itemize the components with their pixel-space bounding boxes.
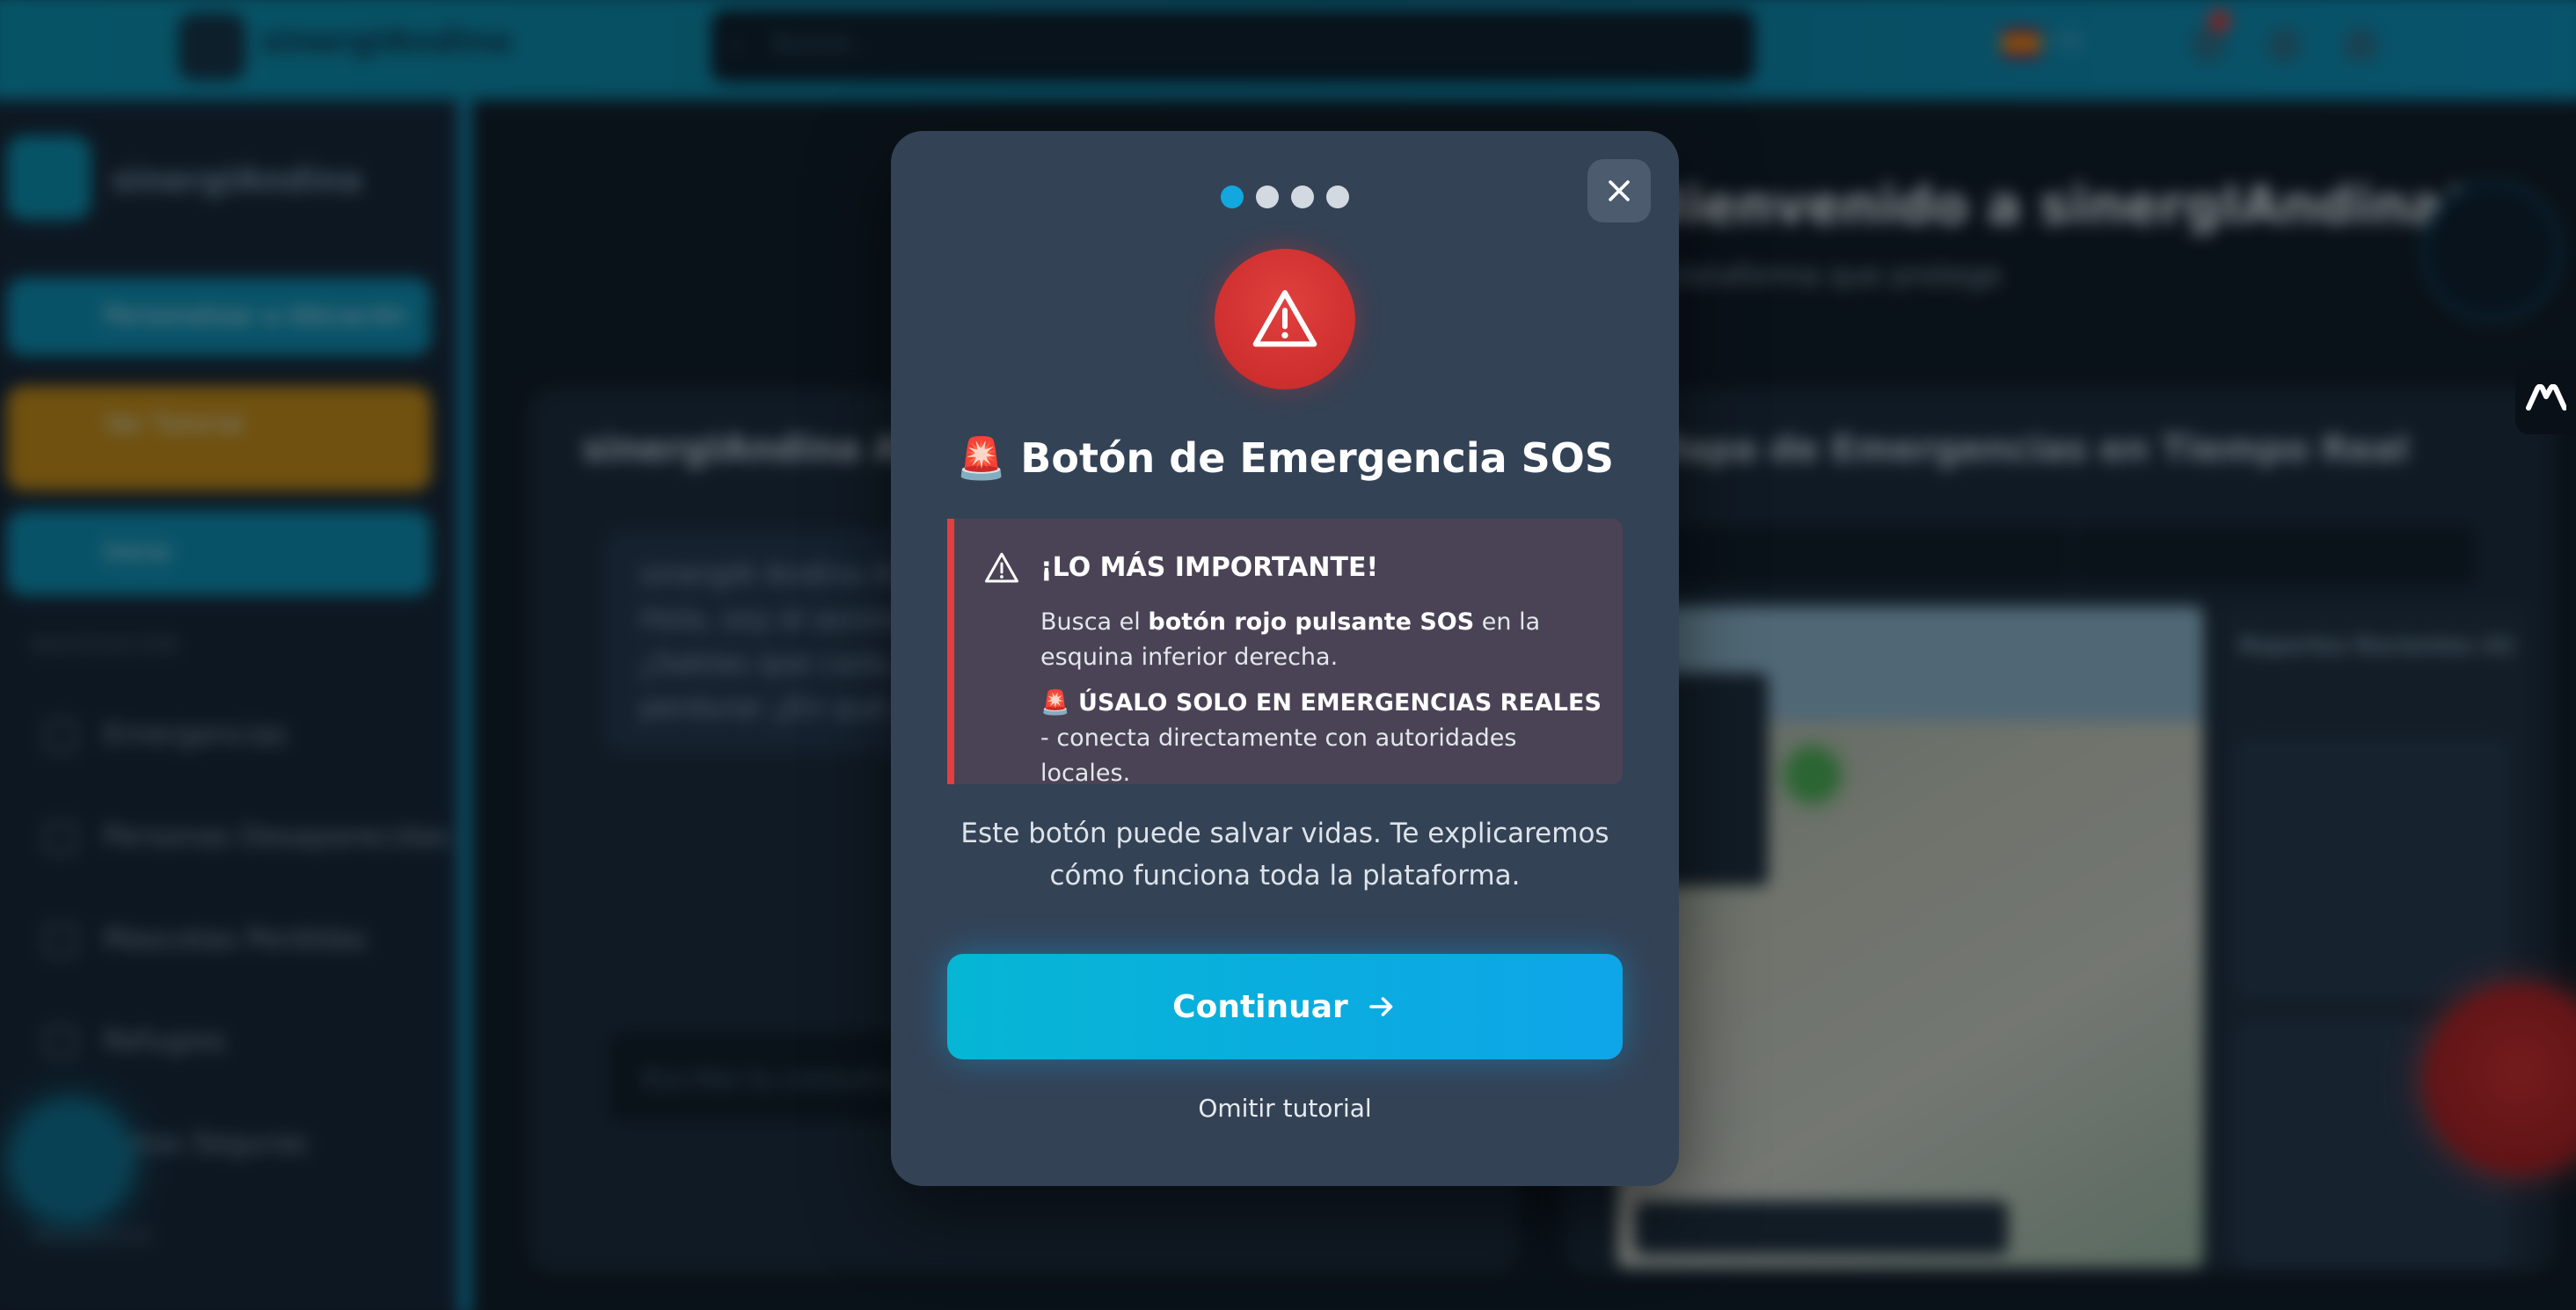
alert-warning: 🚨 ÚSALO SOLO EN EMERGENCIAS REALES - con… — [1040, 686, 1603, 791]
arrow-right-icon — [1369, 997, 1393, 1016]
step-dot — [1326, 186, 1349, 208]
step-dot — [1291, 186, 1314, 208]
warning-triangle-icon — [1252, 290, 1317, 347]
close-icon — [1609, 180, 1630, 201]
warning-icon — [985, 552, 1018, 583]
important-alert: ¡LO MÁS IMPORTANTE! Busca el botón rojo … — [947, 519, 1623, 787]
close-button[interactable] — [1587, 159, 1651, 222]
alert-instruction: Busca el botón rojo pulsante SOS en la e… — [1040, 605, 1603, 675]
tutorial-modal: 🚨 Botón de Emergencia SOS ¡LO MÁS IMPORT… — [891, 131, 1679, 1186]
brand-m-icon — [2525, 384, 2566, 411]
alert-emphasis: botón rojo pulsante SOS — [1148, 608, 1475, 636]
continue-button[interactable]: Continuar — [947, 954, 1623, 1059]
continue-label: Continuar — [1172, 988, 1348, 1025]
alert-text: Busca el — [1040, 608, 1149, 636]
side-widget-tab[interactable] — [2515, 360, 2576, 434]
step-dot-active — [1221, 186, 1244, 208]
modal-title: 🚨 Botón de Emergencia SOS — [955, 434, 1615, 482]
skip-tutorial-link[interactable]: Omitir tutorial — [891, 1094, 1679, 1123]
alert-text: - conecta directamente con autoridades l… — [1040, 724, 1517, 787]
warning-badge — [1215, 249, 1355, 389]
modal-description: Este botón puede salvar vidas. Te explic… — [960, 818, 1609, 892]
step-dot — [1256, 186, 1279, 208]
alert-heading: ¡LO MÁS IMPORTANTE! — [1040, 552, 1379, 583]
alert-emphasis: 🚨 ÚSALO SOLO EN EMERGENCIAS REALES — [1040, 689, 1602, 717]
